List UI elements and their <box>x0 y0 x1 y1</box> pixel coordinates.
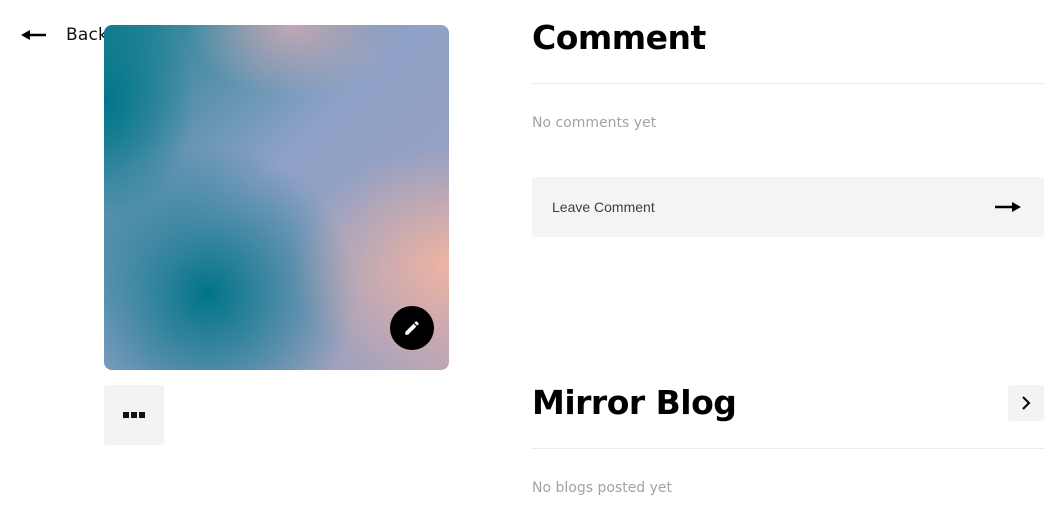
back-label: Back <box>66 25 109 45</box>
artwork-image <box>104 25 449 370</box>
send-comment-button[interactable] <box>994 200 1022 214</box>
arrow-right-icon <box>995 202 1021 212</box>
chevron-right-icon <box>1022 396 1031 410</box>
blog-section-title: Mirror Blog <box>532 383 737 422</box>
arrow-left-icon <box>21 30 46 40</box>
page: Back Comment No comments yet Mirror Blog <box>0 0 1058 505</box>
edit-button[interactable] <box>390 306 434 350</box>
more-options-button[interactable] <box>104 385 164 445</box>
pencil-icon <box>405 321 419 335</box>
blogs-empty-text: No blogs posted yet <box>532 480 673 496</box>
comment-section-title: Comment <box>532 18 706 57</box>
comment-input[interactable] <box>552 199 952 215</box>
ellipsis-icon <box>123 412 145 418</box>
back-link[interactable]: Back <box>20 24 108 46</box>
comment-divider <box>532 83 1044 84</box>
comments-empty-text: No comments yet <box>532 115 657 131</box>
blog-view-all-button[interactable] <box>1008 385 1044 421</box>
blog-divider <box>532 448 1044 449</box>
comment-input-box <box>532 177 1044 237</box>
